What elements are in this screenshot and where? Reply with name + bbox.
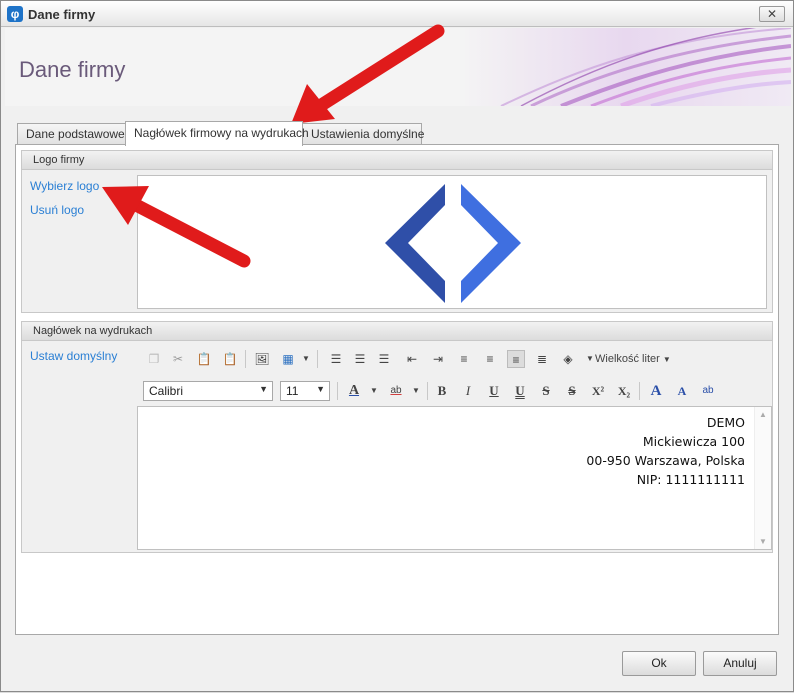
table-dropdown-icon[interactable]: ▼ xyxy=(297,350,315,368)
shrink-font-icon[interactable]: A xyxy=(673,382,691,400)
font-color-icon[interactable]: A xyxy=(345,382,363,400)
toolbar-separator xyxy=(639,382,640,400)
chevron-down-icon: ▼ xyxy=(316,384,325,394)
header-line: NIP: 1111111111 xyxy=(636,472,745,487)
header-line: DEMO xyxy=(706,415,745,430)
editor-scrollbar[interactable]: ▲ ▼ xyxy=(754,407,771,549)
subscript-icon[interactable]: X₂ xyxy=(615,382,633,400)
font-size-menu-label: Wielkość liter xyxy=(595,353,660,365)
copy-icon[interactable]: ❐ xyxy=(145,350,163,368)
banner-decoration-image xyxy=(461,28,791,106)
paragraph-shading-icon[interactable]: ◈ xyxy=(559,350,577,368)
tab-label: Dane podstawowe xyxy=(26,127,125,141)
underline-icon[interactable]: U xyxy=(485,382,503,400)
app-icon: φ xyxy=(7,6,23,22)
align-right-icon[interactable]: ≡ xyxy=(507,350,525,368)
align-left-icon[interactable]: ≡ xyxy=(455,350,473,368)
font-color-dropdown-icon[interactable]: ▼ xyxy=(365,382,383,400)
font-name-select[interactable]: Calibri ▼ xyxy=(143,381,273,401)
dialog-window: φ Dane firmy ✕ Dane firmy Dane podstawow… xyxy=(0,0,794,692)
print-header-group-header: Nagłówek na wydrukach xyxy=(22,322,772,341)
highlight-dropdown-icon[interactable]: ▼ xyxy=(407,382,425,400)
logo-preview xyxy=(137,175,767,309)
increase-indent-icon[interactable]: ⇥ xyxy=(429,350,447,368)
tab-label: Nagłówek firmowy na wydrukach xyxy=(134,126,309,140)
paste-icon[interactable]: 📋 xyxy=(195,350,213,368)
strikethrough-icon[interactable]: S xyxy=(537,382,555,400)
chevron-down-icon: ▼ xyxy=(662,355,671,364)
bold-icon[interactable]: B xyxy=(433,382,451,400)
toolbar-separator xyxy=(337,382,338,400)
tab-content-panel: Logo firmy Wybierz logo Usuń logo Nagłów… xyxy=(15,144,779,635)
page-title: Dane firmy xyxy=(19,57,126,82)
font-size-select[interactable]: 11 ▼ xyxy=(280,381,330,401)
justify-icon[interactable]: ≣ xyxy=(533,350,551,368)
font-name-value: Calibri xyxy=(149,384,184,398)
company-logo-image xyxy=(385,184,521,303)
toolbar-separator xyxy=(317,350,318,368)
multilevel-list-icon[interactable]: ☰ xyxy=(375,350,393,368)
scroll-up-icon[interactable]: ▲ xyxy=(759,410,767,419)
paste-special-icon[interactable]: 📋 xyxy=(221,350,239,368)
italic-icon[interactable]: I xyxy=(459,382,477,400)
choose-logo-link[interactable]: Wybierz logo xyxy=(30,179,99,193)
double-underline-icon[interactable]: U xyxy=(511,382,529,400)
header-line: 00-950 Warszawa, Polska xyxy=(586,453,745,468)
header-line: Mickiewicza 100 xyxy=(642,434,745,449)
header-banner: Dane firmy xyxy=(5,28,791,106)
cut-icon[interactable]: ✂ xyxy=(169,350,187,368)
header-text-editor[interactable]: DEMO Mickiewicza 100 00-950 Warszawa, Po… xyxy=(137,406,772,550)
font-size-menu[interactable]: Wielkość liter ▼ xyxy=(595,350,685,368)
tab-label: Ustawienia domyślne xyxy=(311,127,425,141)
toolbar-separator xyxy=(245,350,246,368)
grow-font-icon[interactable]: A xyxy=(647,382,665,400)
tab-dane-podstawowe[interactable]: Dane podstawowe xyxy=(17,123,127,144)
title-bar: φ Dane firmy ✕ xyxy=(1,1,793,27)
set-default-link[interactable]: Ustaw domyślny xyxy=(30,349,117,363)
align-center-icon[interactable]: ≡ xyxy=(481,350,499,368)
logo-group-header: Logo firmy xyxy=(22,151,772,170)
tab-naglowek-firmowy[interactable]: Nagłówek firmowy na wydrukach xyxy=(125,121,309,146)
cancel-button[interactable]: Anuluj xyxy=(703,651,777,676)
highlight-icon[interactable]: ab xyxy=(387,382,405,400)
insert-image-icon[interactable]: 🖼 xyxy=(253,350,271,368)
double-strikethrough-icon[interactable]: S xyxy=(563,382,581,400)
toolbar-separator xyxy=(427,382,428,400)
header-text-content[interactable]: DEMO Mickiewicza 100 00-950 Warszawa, Po… xyxy=(586,413,745,489)
logo-group: Logo firmy Wybierz logo Usuń logo xyxy=(21,150,773,313)
chevron-down-icon: ▼ xyxy=(259,384,268,394)
window-title: Dane firmy xyxy=(28,7,96,22)
scroll-down-icon[interactable]: ▼ xyxy=(759,537,767,546)
editor-toolbar-row-2: Calibri ▼ 11 ▼ A ▼ ab ▼ B I U U S S X² X… xyxy=(137,380,767,402)
decrease-indent-icon[interactable]: ⇤ xyxy=(403,350,421,368)
close-button[interactable]: ✕ xyxy=(759,6,785,22)
remove-logo-link[interactable]: Usuń logo xyxy=(30,203,84,217)
editor-toolbar-row-1: ❐ ✂ 📋 📋 🖼 ▦ ▼ ☰ ☰ ☰ ⇤ ⇥ ≡ ≡ ≡ ≣ ◈ ▼ Wiel… xyxy=(137,350,767,372)
print-header-group: Nagłówek na wydrukach Ustaw domyślny ❐ ✂… xyxy=(21,321,773,553)
font-size-value: 11 xyxy=(286,384,299,398)
insert-table-icon[interactable]: ▦ xyxy=(279,350,297,368)
bullet-list-icon[interactable]: ☰ xyxy=(327,350,345,368)
superscript-icon[interactable]: X² xyxy=(589,382,607,400)
tab-ustawienia-domyslne[interactable]: Ustawienia domyślne xyxy=(302,123,425,144)
clear-formatting-icon[interactable]: ab xyxy=(699,382,717,400)
ok-button[interactable]: Ok xyxy=(622,651,696,676)
numbered-list-icon[interactable]: ☰ xyxy=(351,350,369,368)
